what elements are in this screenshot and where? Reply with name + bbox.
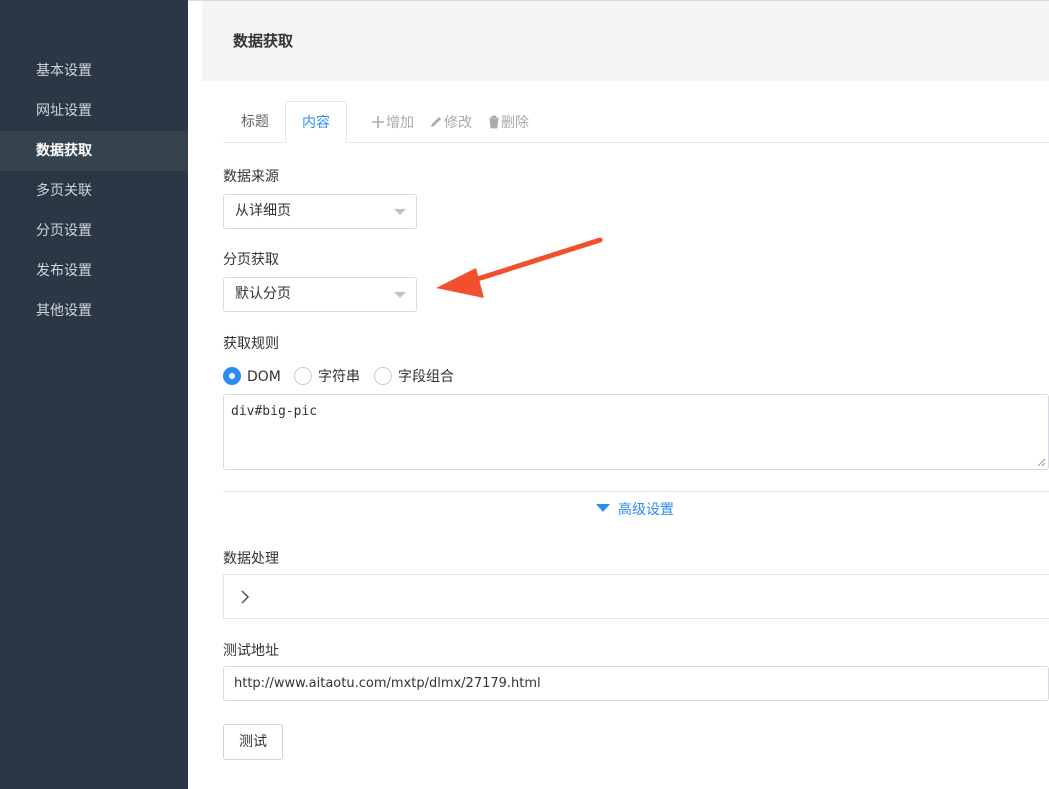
rule-textarea-value: div#big-pic [231, 404, 318, 419]
page-title: 数据获取 [233, 32, 294, 50]
sidebar-item-other-settings[interactable]: 其他设置 [0, 291, 188, 331]
add-label: 增加 [386, 115, 414, 131]
triangle-down-icon [596, 504, 610, 512]
sidebar-item-publish-settings[interactable]: 发布设置 [0, 251, 188, 291]
sidebar-item-multipage[interactable]: 多页关联 [0, 171, 188, 211]
annotation-arrow-icon [436, 237, 603, 298]
processing-label: 数据处理 [223, 551, 279, 567]
edit-button[interactable]: 修改 [429, 113, 472, 133]
source-select-value: 从详细页 [235, 203, 291, 219]
source-select[interactable]: 从详细页 [223, 194, 417, 229]
paging-label: 分页获取 [223, 252, 279, 268]
radio-unchecked-icon [374, 367, 392, 385]
test-url-label: 测试地址 [223, 643, 279, 659]
tab-content[interactable]: 内容 [285, 101, 347, 143]
sidebar-item-data-fetch[interactable]: 数据获取 [0, 131, 188, 171]
radio-field-combo-label: 字段组合 [398, 369, 454, 385]
delete-button[interactable]: 删除 [488, 113, 529, 133]
radio-dom-label: DOM [247, 369, 281, 385]
source-label: 数据来源 [223, 169, 279, 185]
delete-label: 删除 [501, 115, 529, 131]
test-url-input[interactable]: http://www.aitaotu.com/mxtp/dlmx/27179.h… [223, 666, 1049, 701]
paging-select[interactable]: 默认分页 [223, 277, 417, 312]
plus-icon [372, 116, 384, 128]
rule-textarea[interactable]: div#big-pic [223, 394, 1049, 470]
trash-icon [489, 115, 499, 129]
advanced-settings-toggle[interactable]: 高级设置 [596, 500, 674, 520]
radio-checked-icon [223, 367, 241, 385]
page-header: 数据获取 [202, 1, 1049, 81]
radio-dom[interactable]: DOM [223, 367, 281, 387]
rule-label: 获取规则 [223, 336, 279, 352]
main-content: 数据获取 标题 内容 增加 修改 删除 数据来源 从详细页 分页获取 默认分页 … [188, 0, 1049, 789]
advanced-settings-label: 高级设置 [618, 502, 674, 518]
sidebar-item-basic-settings[interactable]: 基本设置 [0, 51, 188, 91]
pencil-icon [431, 117, 441, 127]
test-button[interactable]: 测试 [223, 724, 283, 760]
paging-select-value: 默认分页 [235, 286, 291, 302]
advanced-divider [223, 491, 1049, 492]
radio-unchecked-icon [294, 367, 312, 385]
radio-string-label: 字符串 [318, 369, 360, 385]
chevron-right-icon [241, 590, 250, 604]
sidebar: 基本设置 网址设置 数据获取 多页关联 分页设置 发布设置 其他设置 [0, 0, 188, 789]
processing-panel[interactable] [223, 574, 1049, 619]
resize-handle-icon[interactable] [1036, 457, 1046, 467]
radio-field-combo[interactable]: 字段组合 [374, 367, 454, 387]
caret-down-icon [394, 209, 406, 215]
sidebar-item-paging-settings[interactable]: 分页设置 [0, 211, 188, 251]
caret-down-icon [394, 292, 406, 298]
edit-label: 修改 [444, 115, 472, 131]
radio-string[interactable]: 字符串 [294, 367, 360, 387]
sidebar-item-url-settings[interactable]: 网址设置 [0, 91, 188, 131]
tab-title[interactable]: 标题 [224, 101, 286, 143]
add-button[interactable]: 增加 [371, 113, 414, 133]
